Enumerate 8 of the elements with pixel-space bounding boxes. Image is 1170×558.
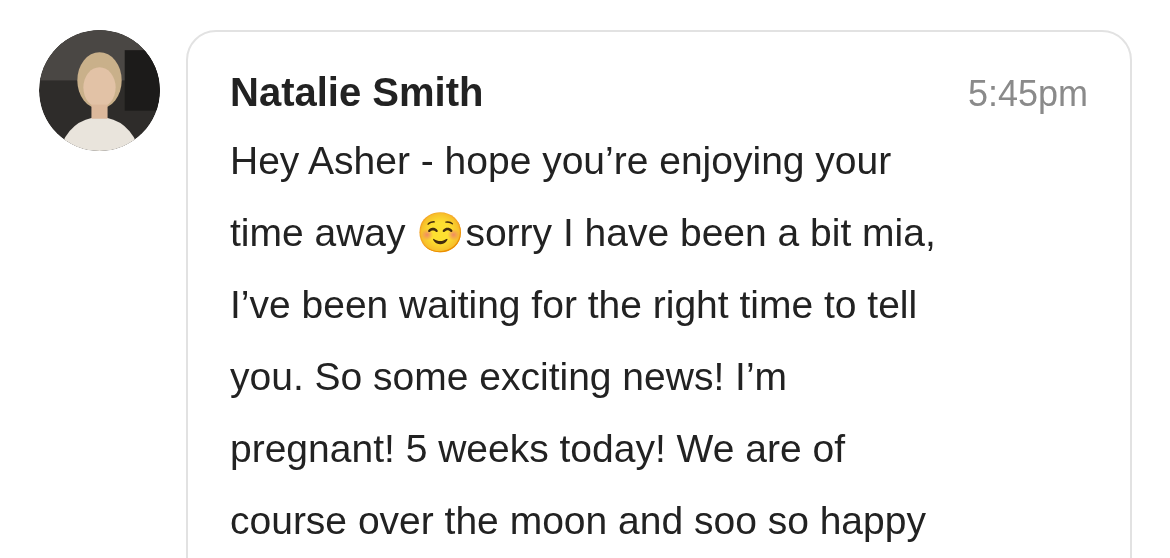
message-text-line: time away ☺sorry I have been a bit mia, — [230, 210, 936, 256]
message-time: 5:45pm — [967, 72, 1088, 116]
message-text-line: pregnant! 5 weeks today! We are of — [230, 426, 845, 472]
message-text-line: you. So some exciting news! I’m — [230, 354, 788, 400]
sender-name: Natalie Smith — [230, 69, 484, 116]
message-text-line: course over the moon and soo so happy — [230, 498, 926, 544]
message-text-line: I’ve been waiting for the right time to tell — [230, 282, 918, 328]
message-text-line: Hey Asher - hope you’re enjoying your — [230, 138, 892, 184]
